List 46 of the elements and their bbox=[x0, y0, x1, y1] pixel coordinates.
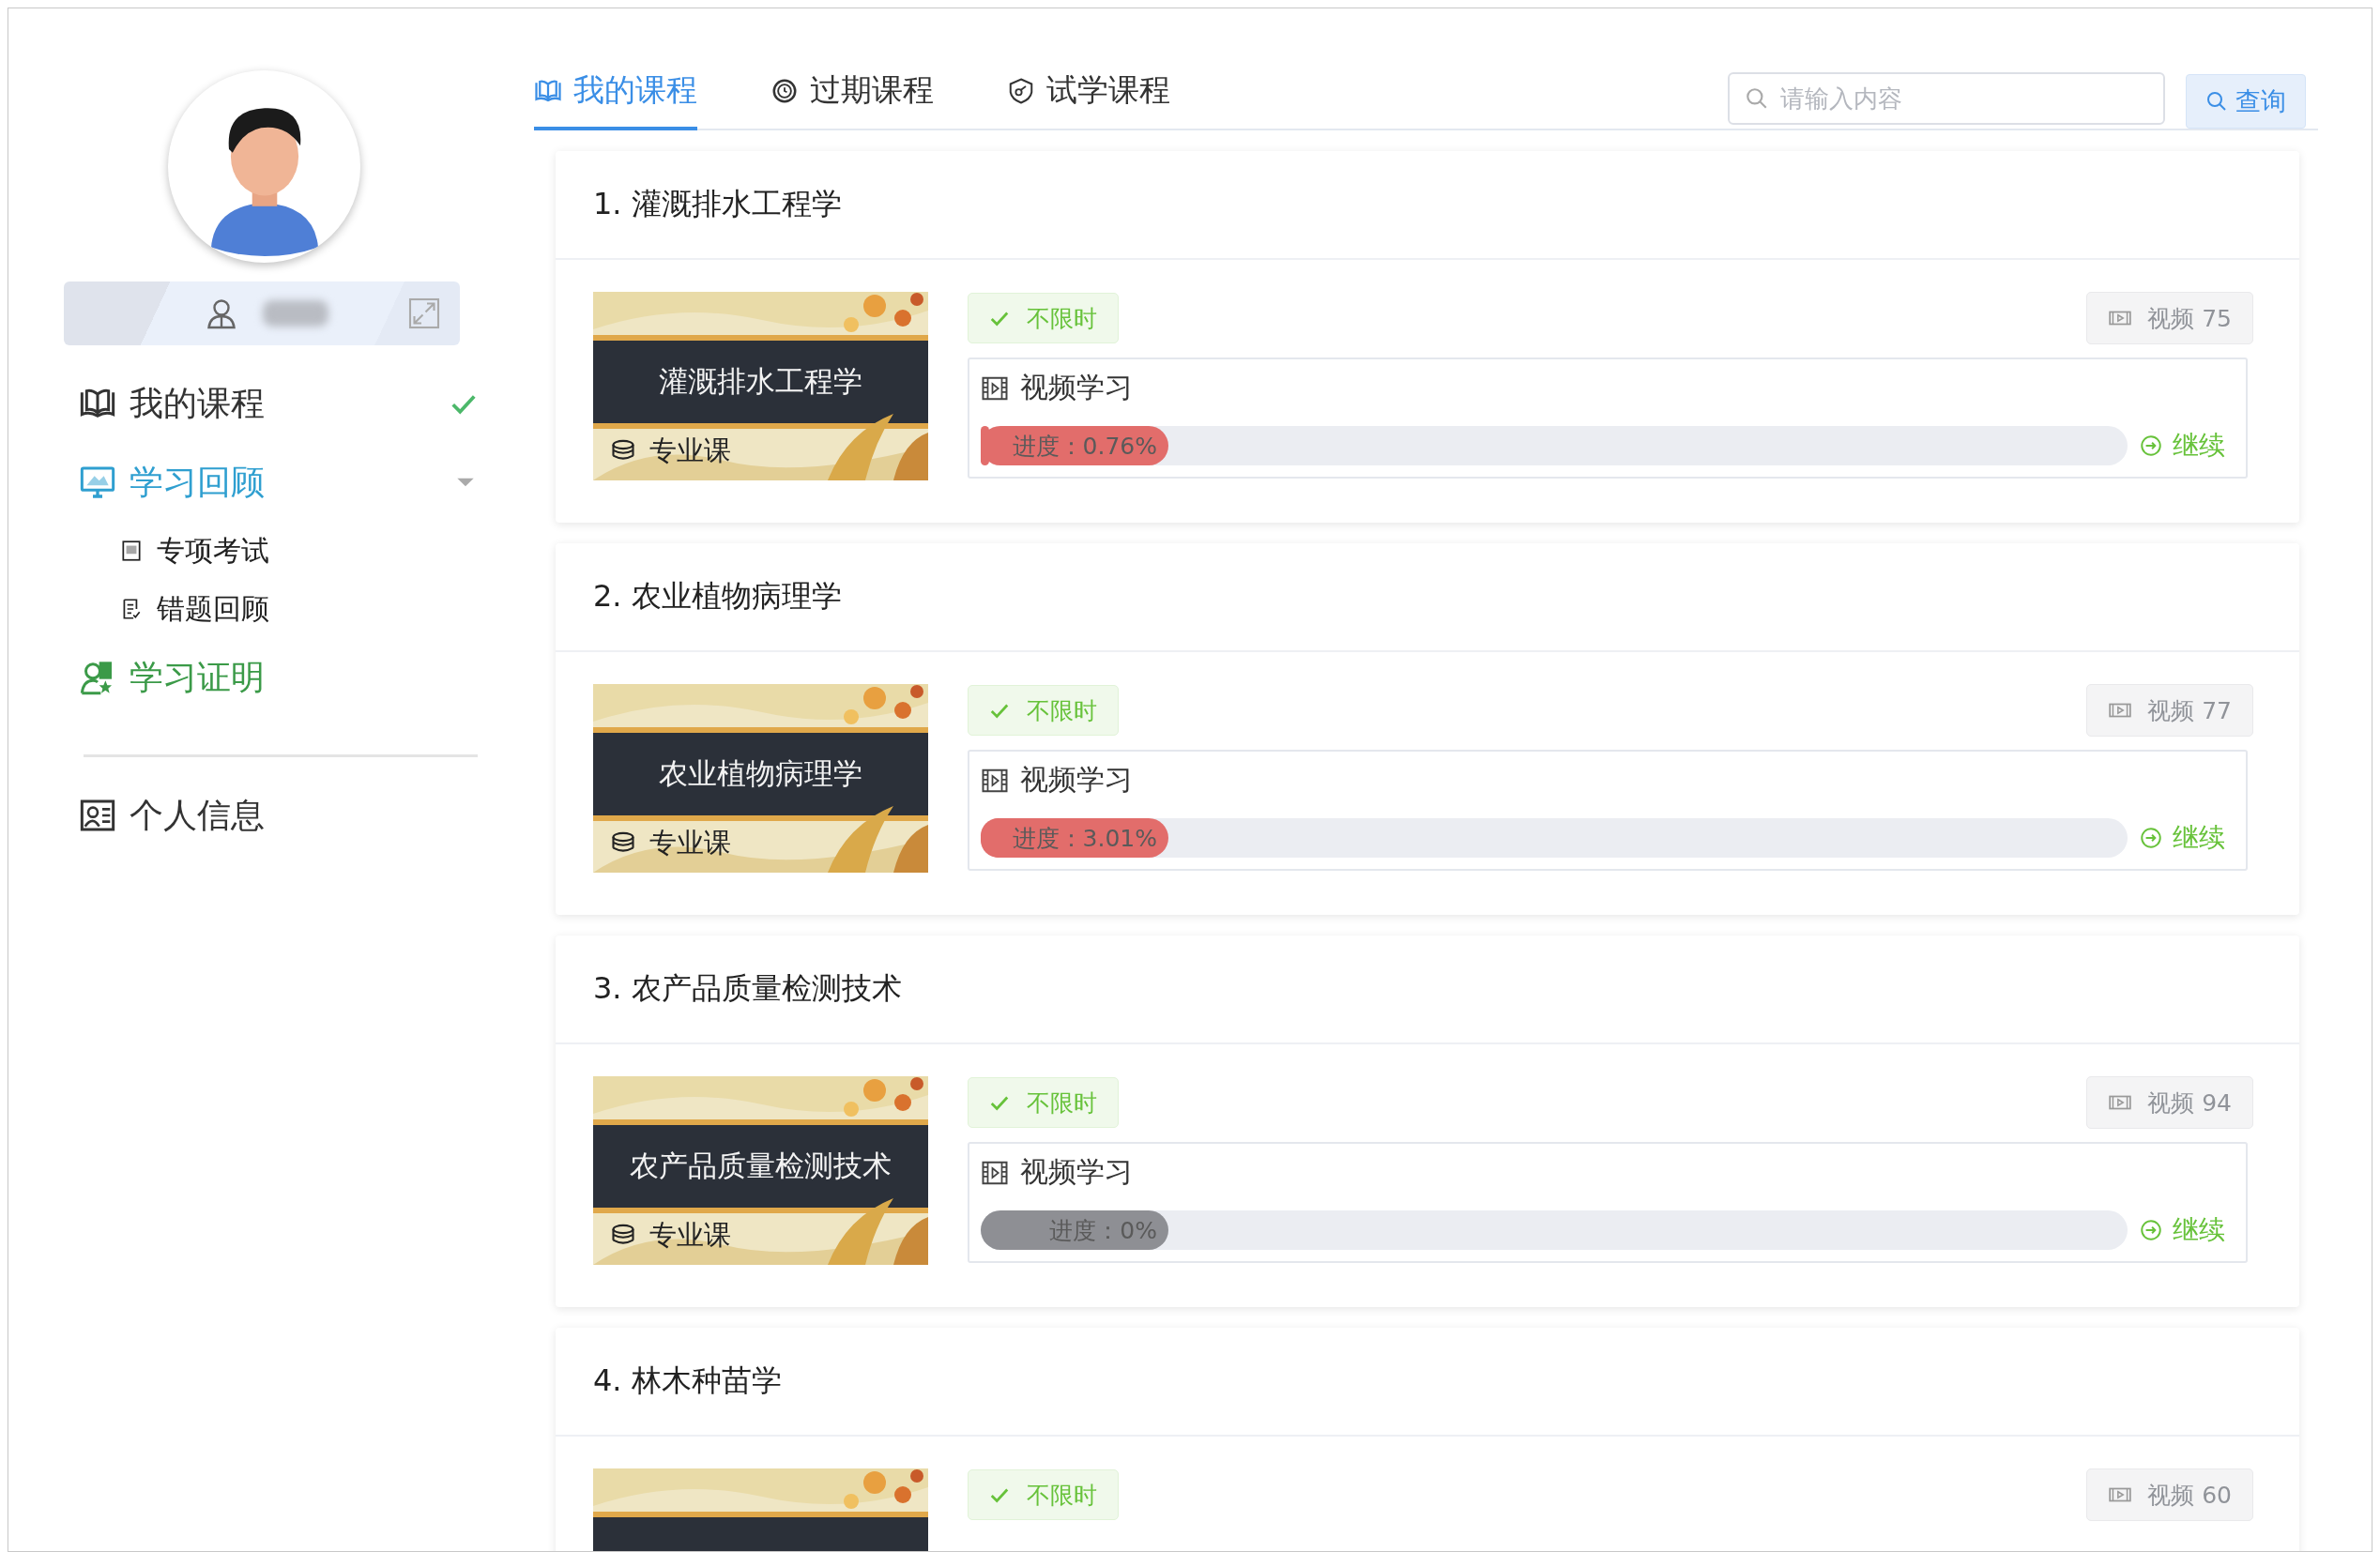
arrow-circle-icon bbox=[2139, 434, 2163, 458]
blurred-name bbox=[263, 300, 328, 327]
section-title: 视频学习 bbox=[1020, 370, 1133, 405]
continue-link[interactable]: 继续 bbox=[2139, 1212, 2235, 1248]
tab[interactable]: 过期课程 bbox=[770, 69, 934, 130]
cover-tag: 专业课 bbox=[649, 433, 731, 470]
progress-label: 进度：0% bbox=[981, 1210, 1168, 1250]
search-icon bbox=[2205, 90, 2228, 113]
menu-item[interactable]: 个人信息 bbox=[8, 776, 534, 855]
continue-link[interactable]: 继续 bbox=[2139, 820, 2235, 856]
cover-title: 农产品质量检测技术 bbox=[629, 1148, 892, 1184]
search-icon bbox=[1745, 86, 1769, 111]
course-title: 3. 农产品质量检测技术 bbox=[593, 969, 902, 1008]
menu-item[interactable]: 学习证明 bbox=[8, 638, 534, 717]
time-tag: 不限时 bbox=[968, 1469, 1119, 1520]
video-count-tag: 视频 75 bbox=[2086, 292, 2253, 344]
section-title: 视频学习 bbox=[1020, 1154, 1133, 1190]
search-field[interactable]: 请输入内容 bbox=[1728, 72, 2165, 125]
document-icon bbox=[119, 539, 144, 563]
search-button[interactable]: 查询 bbox=[2186, 74, 2306, 129]
arrow-circle-icon bbox=[2139, 1218, 2163, 1242]
cover-tag: 专业课 bbox=[649, 825, 731, 862]
cover-title: 灌溉排水工程学 bbox=[658, 363, 863, 400]
time-tag: 不限时 bbox=[968, 293, 1119, 343]
shield-icon bbox=[1007, 76, 1035, 105]
video-count-tag: 视频 94 bbox=[2086, 1076, 2253, 1129]
tab[interactable]: 我的课程 bbox=[534, 69, 697, 130]
tab[interactable]: 试学课程 bbox=[1007, 69, 1170, 130]
time-tag: 不限时 bbox=[968, 1077, 1119, 1128]
menu-item[interactable]: 我的课程 bbox=[8, 364, 534, 443]
time-tag: 不限时 bbox=[968, 685, 1119, 736]
user-icon bbox=[205, 297, 238, 330]
course-title: 4. 林木种苗学 bbox=[593, 1362, 782, 1400]
section-title: 视频学习 bbox=[1020, 762, 1133, 798]
cover-tag: 专业课 bbox=[649, 1217, 731, 1255]
submenu-item[interactable]: 专项考试 bbox=[8, 522, 534, 580]
video-count-tag: 视频 60 bbox=[2086, 1468, 2253, 1521]
expand-icon bbox=[407, 297, 441, 330]
course-title: 2. 农业植物病理学 bbox=[593, 577, 842, 616]
course-title: 1. 灌溉排水工程学 bbox=[593, 185, 842, 223]
continue-link[interactable]: 继续 bbox=[2139, 428, 2235, 464]
submenu-item[interactable]: 错题回顾 bbox=[8, 580, 534, 638]
cover-title: 农业植物病理学 bbox=[658, 755, 863, 792]
video-count-tag: 视频 77 bbox=[2086, 684, 2253, 737]
menu-item[interactable]: 学习回顾 bbox=[8, 443, 534, 522]
arrow-circle-icon bbox=[2139, 826, 2163, 850]
